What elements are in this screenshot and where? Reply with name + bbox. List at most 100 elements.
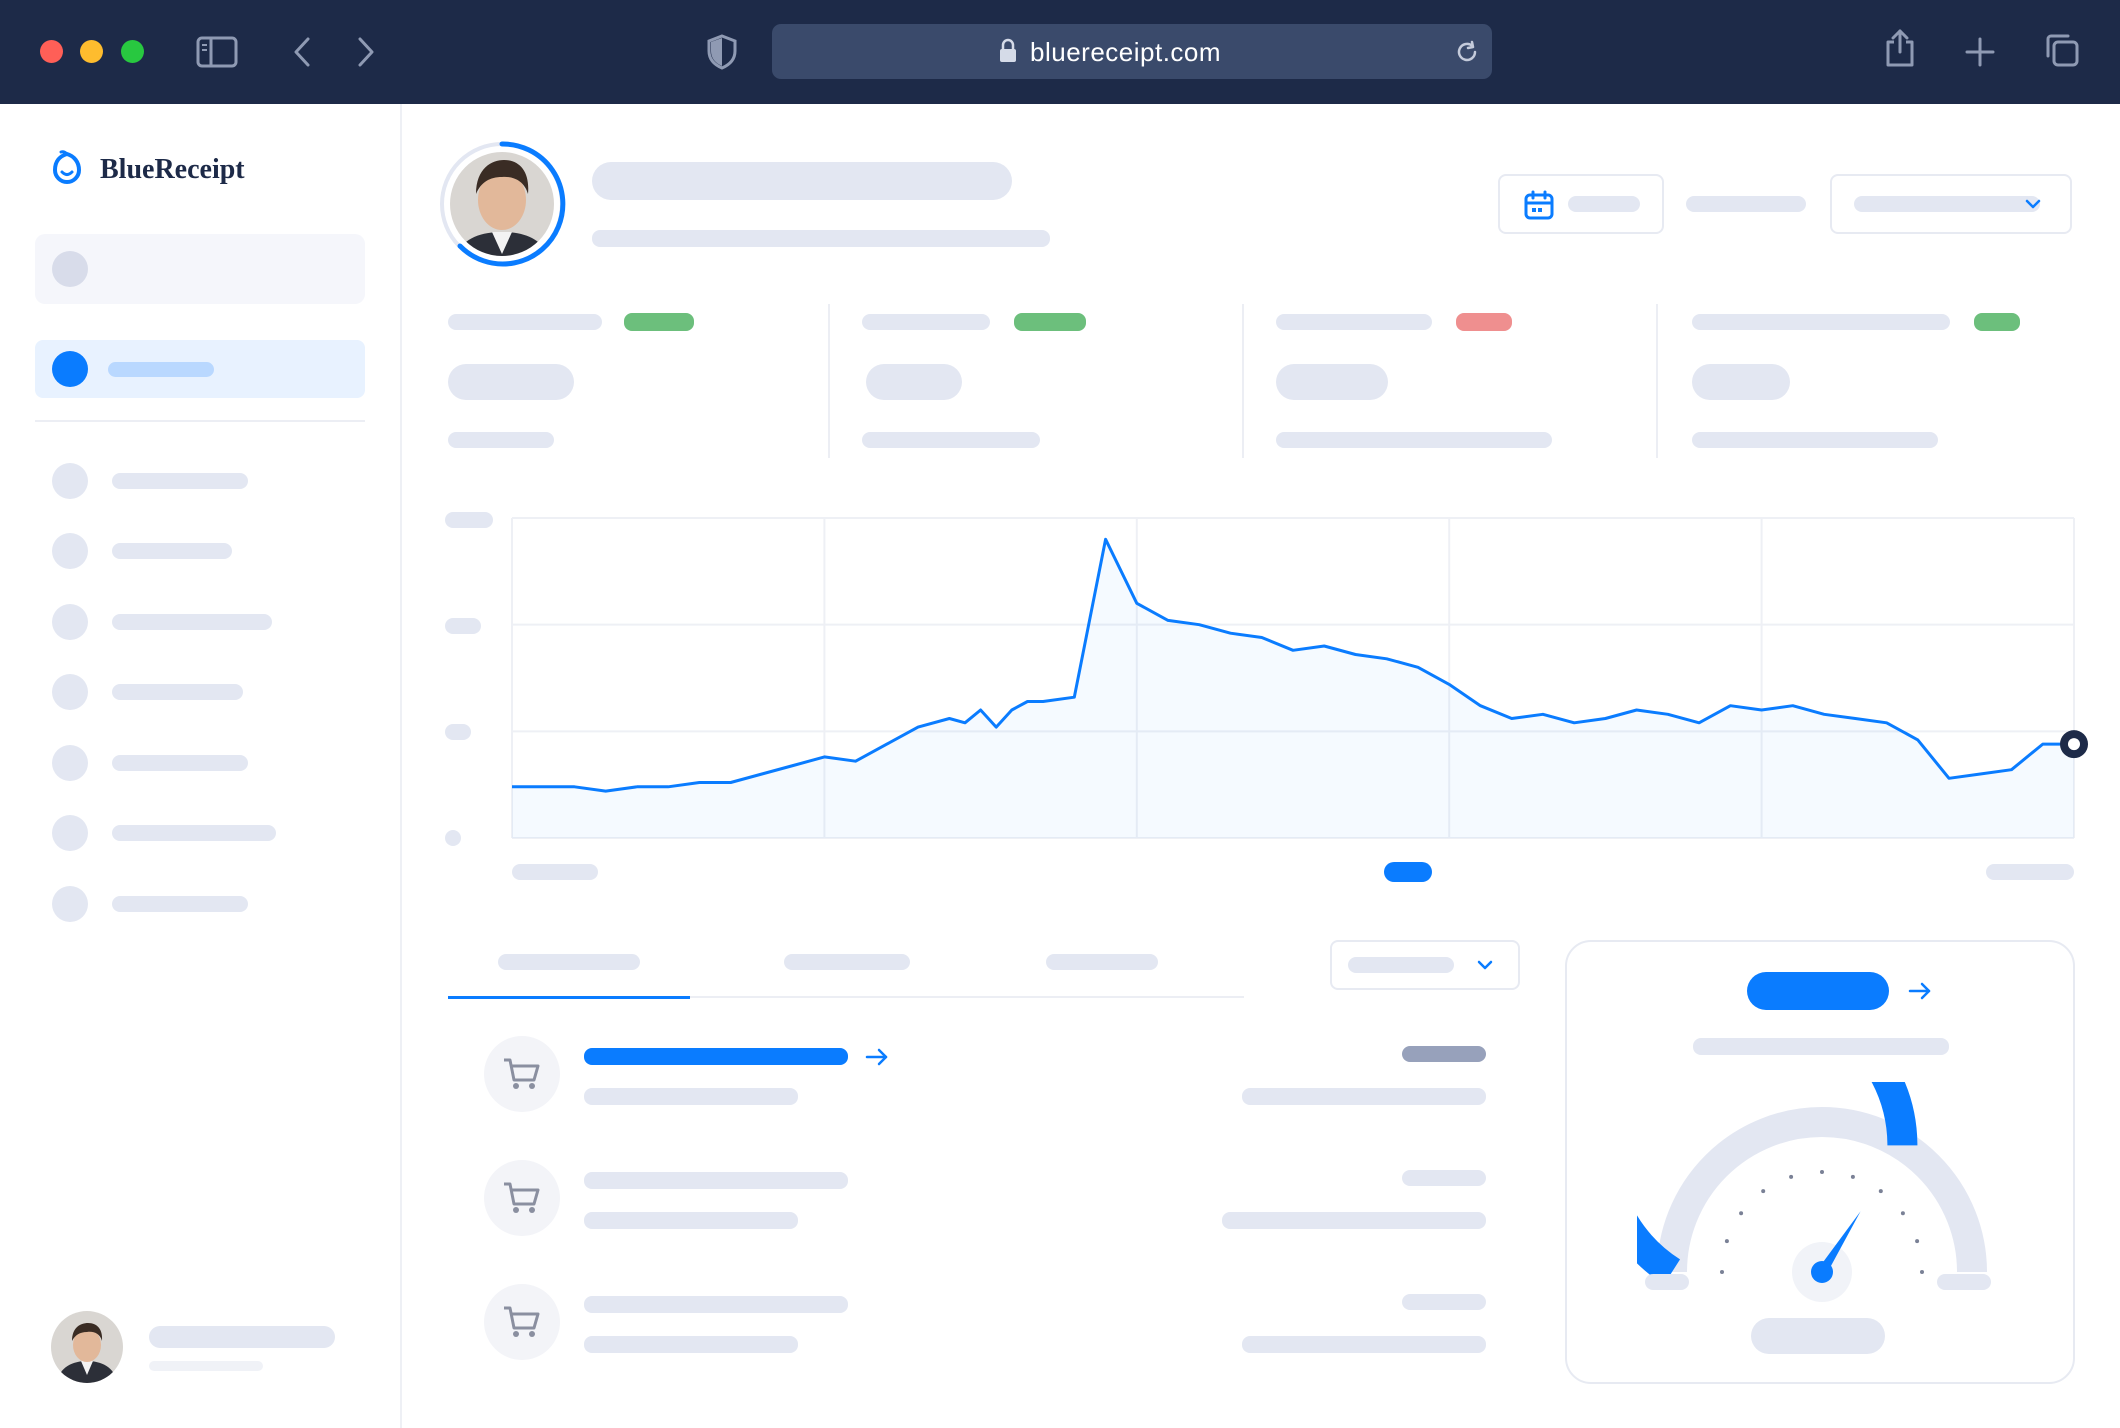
stat-label	[1692, 314, 1950, 330]
bluereceipt-logo-icon	[52, 150, 82, 184]
gauge-tick	[1761, 1189, 1766, 1194]
stat-card[interactable]	[448, 304, 828, 464]
gauge-tick	[1720, 1270, 1724, 1274]
sidebar-item-icon	[52, 604, 88, 640]
sidebar-item-label	[112, 543, 232, 559]
cart-icon	[484, 1284, 560, 1360]
sidebar-item[interactable]	[35, 808, 365, 858]
stat-label	[862, 314, 990, 330]
list-item[interactable]	[484, 1280, 1196, 1370]
gauge-tick	[1920, 1270, 1924, 1274]
list-item[interactable]	[484, 1032, 1196, 1122]
plus-icon[interactable]	[1964, 36, 1996, 68]
close-window-button[interactable]	[40, 40, 63, 63]
minimize-window-button[interactable]	[80, 40, 103, 63]
user-email	[149, 1361, 263, 1371]
x-tick-label	[1986, 864, 2074, 880]
period-select-label	[1854, 196, 2040, 212]
shield-icon[interactable]	[706, 34, 738, 70]
stat-card[interactable]	[862, 304, 1242, 464]
x-tick-label-current	[1384, 862, 1432, 882]
price-history-chart[interactable]	[440, 494, 2088, 994]
list-item-title	[584, 1172, 848, 1189]
sort-select-label	[1348, 957, 1454, 973]
sidebar-toggle-icon[interactable]	[196, 36, 238, 68]
arrow-right-icon[interactable]	[864, 1046, 890, 1068]
sidebar-item[interactable]	[35, 597, 365, 647]
arrow-right-icon[interactable]	[1907, 980, 1933, 1002]
stat-label	[448, 314, 602, 330]
cart-icon	[484, 1036, 560, 1112]
sidebar-item-active-icon	[52, 351, 88, 387]
x-tick-label	[512, 864, 598, 880]
gauge-hub	[1811, 1261, 1833, 1283]
browser-toolbar: bluereceipt.com	[0, 0, 2120, 104]
compare-link[interactable]	[1686, 196, 1806, 212]
gauge-min-label	[1645, 1274, 1689, 1290]
gauge-tick	[1789, 1174, 1794, 1179]
gauge-tick	[1878, 1189, 1883, 1194]
list-item-date	[1222, 1212, 1486, 1229]
sort-select[interactable]	[1330, 940, 1520, 990]
stat-label	[1276, 314, 1432, 330]
date-range-label	[1568, 196, 1640, 212]
sidebar-item[interactable]	[35, 738, 365, 788]
chart-current-point-center	[2068, 738, 2080, 751]
workspace-switcher[interactable]	[35, 234, 365, 304]
period-select[interactable]	[1830, 174, 2072, 234]
lock-icon	[1000, 38, 1016, 62]
list-item-amount	[1402, 1294, 1486, 1310]
stat-caption	[862, 432, 1040, 448]
list-item-amount	[1402, 1170, 1486, 1186]
zoom-window-button[interactable]	[121, 40, 144, 63]
stat-divider	[1656, 304, 1658, 458]
browser-window: bluereceipt.com BlueReceipt	[0, 0, 2120, 1428]
gauge-tick	[1915, 1239, 1920, 1244]
brand-name: BlueReceipt	[100, 154, 245, 185]
sidebar-item-label	[112, 755, 248, 771]
avatar	[51, 1311, 123, 1383]
list-item[interactable]	[484, 1156, 1196, 1246]
profile-avatar[interactable]	[438, 140, 566, 268]
sidebar-item-active[interactable]	[35, 340, 365, 398]
sidebar-item[interactable]	[35, 456, 365, 506]
y-tick-label	[445, 724, 471, 740]
date-range-button[interactable]	[1498, 174, 1664, 234]
stat-caption	[1276, 432, 1552, 448]
user-profile[interactable]	[35, 1304, 365, 1394]
tab-1-label	[498, 954, 640, 970]
tab-1[interactable]	[448, 934, 690, 999]
gauge-max-label	[1937, 1274, 1991, 1290]
chevron-left-icon[interactable]	[290, 36, 314, 68]
y-tick-label	[445, 618, 481, 634]
list-item-date	[1242, 1088, 1486, 1105]
stat-card[interactable]	[1692, 304, 2072, 464]
y-tick-label	[445, 830, 461, 846]
tabs-overview-icon[interactable]	[2044, 32, 2080, 68]
tab-2-label	[784, 954, 910, 970]
sidebar-item[interactable]	[35, 526, 365, 576]
tab-2[interactable]	[728, 934, 928, 996]
share-icon[interactable]	[1884, 28, 1916, 68]
tab-bar	[448, 934, 1244, 999]
stat-caption	[1692, 432, 1938, 448]
sidebar-item[interactable]	[35, 667, 365, 717]
list-item-subtitle	[584, 1088, 798, 1105]
score-card[interactable]	[1565, 940, 2075, 1384]
chart-plot-area[interactable]	[511, 517, 2088, 839]
reload-icon[interactable]	[1454, 39, 1480, 65]
chart-series-area	[512, 539, 2074, 838]
sidebar-item-label	[112, 614, 272, 630]
stat-divider	[1242, 304, 1244, 458]
chevron-right-icon[interactable]	[354, 36, 378, 68]
list-item-subtitle	[584, 1336, 798, 1353]
sidebar-item-icon	[52, 745, 88, 781]
list-item-subtitle	[584, 1212, 798, 1229]
stat-card[interactable]	[1276, 304, 1656, 464]
sidebar-item[interactable]	[35, 879, 365, 929]
gauge-tick	[1739, 1211, 1744, 1216]
gauge-value-label	[1751, 1318, 1885, 1354]
tab-3[interactable]	[988, 934, 1188, 996]
address-bar[interactable]: bluereceipt.com	[772, 24, 1492, 79]
profile-name	[592, 162, 1012, 200]
